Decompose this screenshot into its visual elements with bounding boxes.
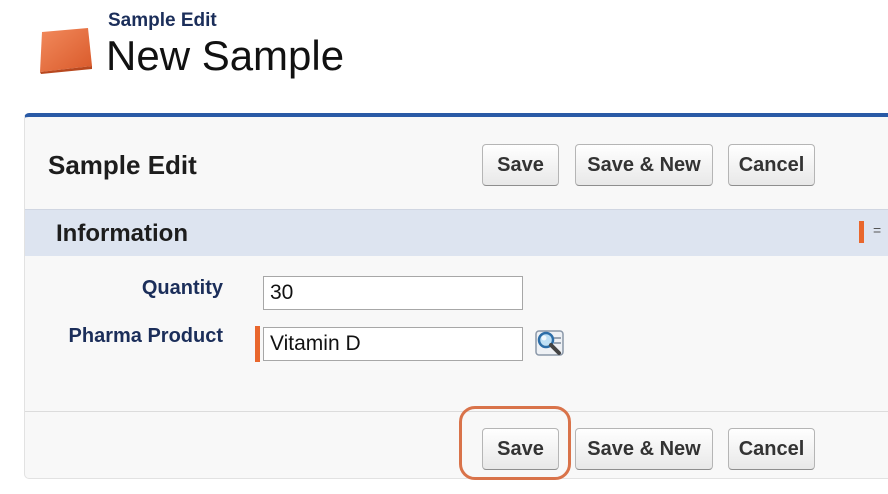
save-button-top[interactable]: Save [482, 144, 559, 186]
page-title: New Sample [106, 32, 345, 79]
save-button-bottom[interactable]: Save [482, 428, 559, 470]
cancel-button-top[interactable]: Cancel [728, 144, 815, 186]
save-and-new-button-top[interactable]: Save & New [575, 144, 713, 186]
section-title: Information [56, 220, 188, 247]
required-legend-marker [859, 221, 864, 243]
page-subtitle: Sample Edit [108, 10, 217, 31]
pharma-product-input[interactable] [263, 327, 523, 361]
quantity-input[interactable] [263, 276, 523, 310]
section-header: Information = [25, 209, 888, 256]
required-legend-icon: = [873, 222, 882, 238]
required-field-marker [255, 326, 260, 362]
save-and-new-button-bottom[interactable]: Save & New [575, 428, 713, 470]
edit-panel: Sample Edit Save Save & New Cancel Infor… [24, 113, 888, 480]
cancel-button-bottom[interactable]: Cancel [728, 428, 815, 470]
pharma-product-label: Pharma Product [68, 325, 223, 347]
footer-divider [25, 411, 888, 412]
quantity-label: Quantity [141, 277, 223, 299]
sample-record-icon [40, 28, 92, 74]
panel-title: Sample Edit [48, 150, 197, 180]
lookup-search-icon[interactable] [533, 327, 567, 359]
